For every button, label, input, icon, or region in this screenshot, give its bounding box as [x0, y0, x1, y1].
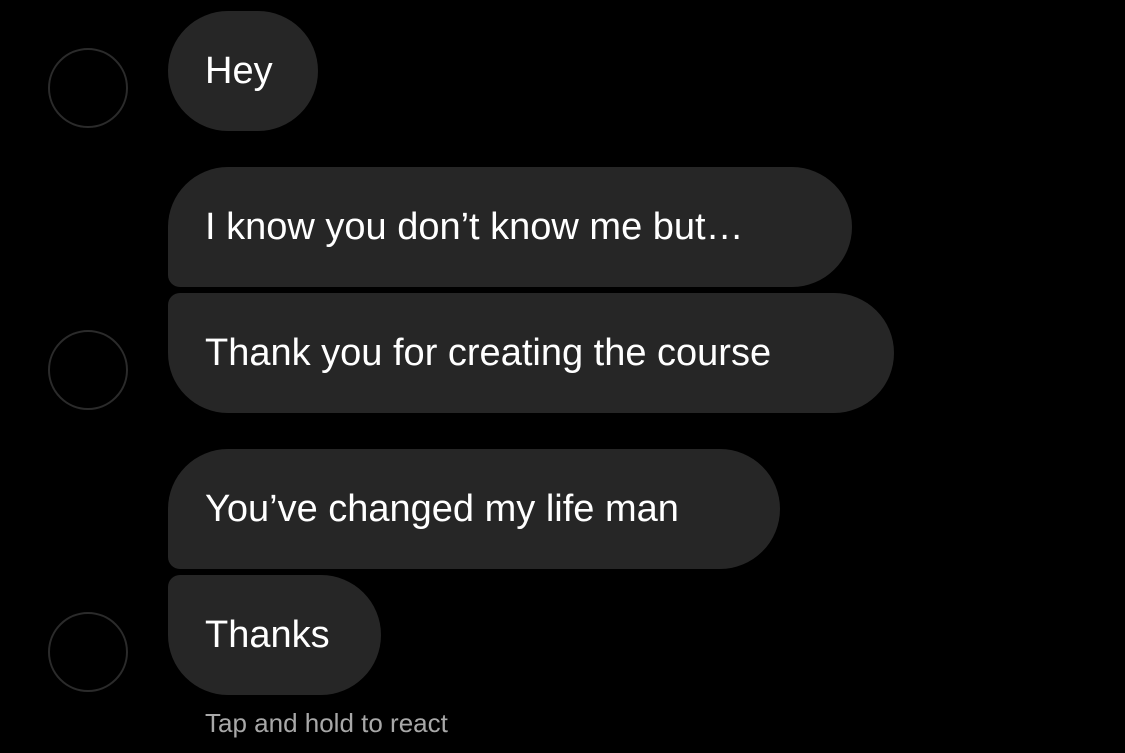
react-hint: Tap and hold to react: [205, 708, 448, 738]
message-text: You’ve changed my life man: [205, 488, 679, 530]
message-text: Hey: [205, 50, 273, 92]
sender-avatar[interactable]: [48, 612, 128, 692]
message-bubble[interactable]: I know you don’t know me but…: [168, 167, 852, 287]
message-text: Thank you for creating the course: [205, 332, 772, 374]
message-bubble[interactable]: Thanks: [168, 575, 381, 695]
sender-avatar[interactable]: [48, 48, 128, 128]
message-bubble[interactable]: Thank you for creating the course: [168, 293, 894, 413]
message-bubble[interactable]: You’ve changed my life man: [168, 449, 780, 569]
sender-avatar[interactable]: [48, 330, 128, 410]
message-bubble[interactable]: Hey: [168, 11, 318, 131]
message-text: Thanks: [205, 614, 330, 656]
message-text: I know you don’t know me but…: [205, 206, 744, 248]
